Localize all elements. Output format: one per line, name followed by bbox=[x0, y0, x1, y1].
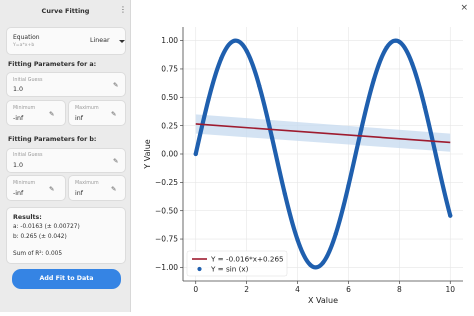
params-a-min-value[interactable]: -inf bbox=[13, 115, 23, 122]
y-axis-label: Y Value bbox=[143, 139, 152, 169]
sidebar: Curve Fitting ⋮ Equation Y=a*x+b Linear … bbox=[0, 0, 131, 312]
data-point bbox=[295, 237, 300, 242]
edit-pencil-icon[interactable]: ✎ bbox=[111, 186, 116, 193]
x-tick-label: 6 bbox=[346, 285, 351, 294]
y-tick-label: 0.25 bbox=[161, 121, 178, 130]
data-point bbox=[448, 213, 453, 218]
data-point bbox=[244, 48, 249, 54]
y-tick-label: 1.00 bbox=[161, 36, 178, 45]
y-tick-label: 0.00 bbox=[161, 150, 178, 159]
params-a-title: Fitting Parameters for a: bbox=[8, 61, 97, 68]
equation-selector[interactable]: Equation Y=a*x+b Linear bbox=[6, 27, 126, 55]
chart: 0 2 4 6 8 10 −1.00 −0.75 −0.50 −0.25 0.00 0.25 0.50 0… bbox=[143, 27, 463, 305]
edit-pencil-icon[interactable]: ✎ bbox=[111, 111, 116, 118]
params-b-min-value[interactable]: -inf bbox=[13, 190, 23, 197]
results-panel: Results: a: -0.0163 (± 0.00727) b: 0.265… bbox=[6, 207, 126, 264]
data-point bbox=[359, 127, 364, 132]
edit-pencil-icon[interactable]: ✎ bbox=[113, 158, 118, 165]
params-b-title: Fitting Parameters for b: bbox=[8, 136, 97, 143]
params-b-minimum-field[interactable]: Minimum -inf ✎ bbox=[6, 175, 66, 201]
sidebar-header: Curve Fitting ⋮ bbox=[0, 0, 131, 22]
add-fit-button[interactable]: Add Fit to Data bbox=[12, 269, 121, 289]
window-title: Curve Fitting bbox=[41, 7, 90, 15]
x-tick-label: 10 bbox=[445, 285, 455, 294]
edit-pencil-icon[interactable]: ✎ bbox=[113, 82, 118, 89]
legend-fit-label: Y = -0.016*x+0.265 bbox=[210, 255, 284, 264]
params-b-initial-value[interactable]: 1.0 bbox=[13, 162, 23, 169]
results-title: Results: bbox=[13, 214, 42, 221]
data-point bbox=[231, 38, 237, 44]
menu-icon[interactable]: ⋮ bbox=[119, 6, 127, 14]
equation-label: Equation bbox=[13, 34, 40, 41]
data-point bbox=[282, 191, 287, 196]
plot-area: × 0 2 4 6 8 10 −1.00 −0.75 −0.50 −0.25 0.00 0.25 0.5… bbox=[132, 0, 474, 312]
chevron-down-icon[interactable] bbox=[119, 40, 125, 43]
x-tick-label: 0 bbox=[193, 285, 198, 294]
params-b-maximum-field[interactable]: Maximum inf ✎ bbox=[68, 175, 126, 201]
data-point bbox=[269, 135, 275, 141]
data-point bbox=[308, 262, 313, 267]
data-point bbox=[384, 45, 389, 50]
params-b-max-value[interactable]: inf bbox=[75, 190, 83, 197]
equation-formula: Y=a*x+b bbox=[13, 43, 35, 48]
y-tick-label: 0.75 bbox=[161, 65, 178, 74]
params-a-min-label: Minimum bbox=[13, 106, 36, 111]
params-b-min-label: Minimum bbox=[13, 181, 36, 186]
params-a-maximum-field[interactable]: Maximum inf ✎ bbox=[68, 100, 126, 126]
data-point bbox=[371, 77, 377, 82]
params-a-initial-label: Initial Guess bbox=[13, 78, 43, 83]
result-b: b: 0.265 (± 0.042) bbox=[13, 234, 67, 240]
x-tick-label: 2 bbox=[244, 285, 249, 294]
data-point bbox=[409, 61, 415, 66]
data-point bbox=[257, 84, 262, 89]
params-a-initial-value[interactable]: 1.0 bbox=[13, 86, 23, 93]
data-point bbox=[435, 160, 440, 165]
result-a: a: -0.0163 (± 0.00727) bbox=[13, 224, 80, 230]
y-tick-label: −0.75 bbox=[155, 235, 178, 244]
params-a-max-value[interactable]: inf bbox=[75, 115, 83, 122]
params-a-max-label: Maximum bbox=[75, 106, 99, 111]
data-point bbox=[219, 56, 224, 61]
x-axis-label: X Value bbox=[308, 296, 338, 305]
x-tick-label: 8 bbox=[397, 285, 402, 294]
data-point bbox=[346, 183, 351, 188]
result-sum-r2: Sum of R²: 0.005 bbox=[13, 251, 63, 257]
data-point bbox=[333, 231, 338, 237]
equation-dropdown-value[interactable]: Linear bbox=[90, 37, 110, 44]
x-tick-label: 4 bbox=[295, 285, 300, 294]
data-point bbox=[320, 260, 326, 265]
y-tick-label: 0.50 bbox=[161, 93, 178, 102]
params-b-max-label: Maximum bbox=[75, 181, 99, 186]
y-tick-label: −0.25 bbox=[155, 178, 178, 187]
close-icon[interactable]: × bbox=[460, 3, 468, 13]
edit-pencil-icon[interactable]: ✎ bbox=[49, 111, 54, 118]
data-point bbox=[193, 151, 198, 157]
y-tick-label: −1.00 bbox=[155, 263, 178, 272]
y-tick-label: −0.50 bbox=[155, 206, 178, 215]
params-a-minimum-field[interactable]: Minimum -inf ✎ bbox=[6, 100, 66, 126]
edit-pencil-icon[interactable]: ✎ bbox=[49, 186, 54, 193]
params-a-initial-field[interactable]: Initial Guess 1.0 ✎ bbox=[6, 72, 126, 97]
params-b-initial-field[interactable]: Initial Guess 1.0 ✎ bbox=[6, 148, 126, 173]
legend-data-label: Y = sin (x) bbox=[210, 265, 249, 274]
data-point bbox=[397, 39, 402, 44]
params-b-initial-label: Initial Guess bbox=[13, 153, 43, 158]
legend-data-swatch bbox=[197, 266, 202, 272]
data-point bbox=[422, 105, 427, 110]
data-point bbox=[206, 97, 211, 102]
